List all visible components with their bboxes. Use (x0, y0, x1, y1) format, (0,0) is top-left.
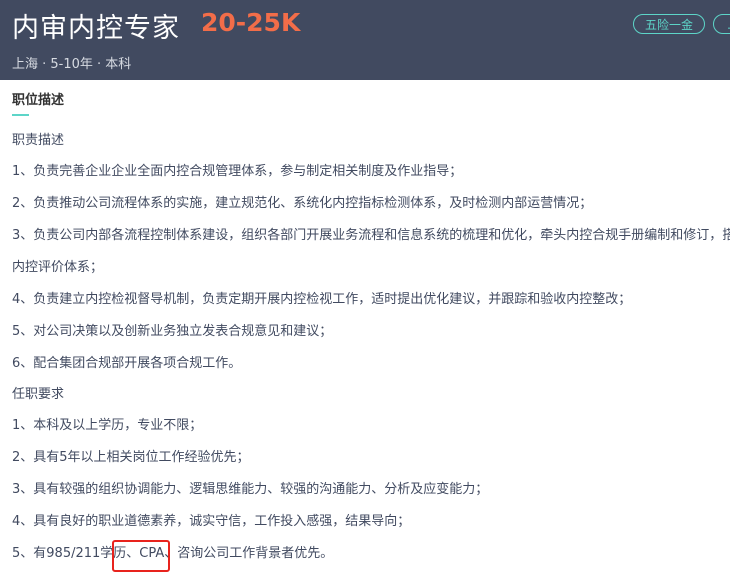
desc-line: 2、负责推动公司流程体系的实施，建立规范化、系统化内控指标检测体系，及时检测内部… (12, 196, 593, 211)
benefit-tag-more[interactable]: … (713, 14, 730, 34)
job-description: 职责描述 1、负责完善企业企业全面内控合规管理体系，参与制定相关制度及作业指导；… (12, 126, 730, 570)
desc-line: 1、负责完善企业企业全面内控合规管理体系，参与制定相关制度及作业指导； (12, 164, 463, 179)
desc-line: 内控评价体系； (12, 260, 104, 275)
desc-line: 任职要求 (12, 387, 65, 402)
desc-line: 职责描述 (12, 133, 65, 148)
job-title: 内审内控专家 (12, 13, 180, 44)
desc-line: 1、本科及以上学历，专业不限； (12, 418, 203, 433)
section-title: 职位描述 (12, 93, 65, 108)
job-header: 内审内控专家 20-25K 上海 · 5-10年 · 本科 五险一金 … (0, 0, 730, 80)
benefit-tag[interactable]: 五险一金 (633, 14, 705, 34)
section-underline (12, 114, 29, 116)
desc-line: 4、具有良好的职业道德素养，诚实守信，工作投入感强，结果导向； (12, 514, 411, 529)
desc-line: 4、负责建立内控检视督导机制，负责定期开展内控检视工作，适时提出优化建议，并跟踪… (12, 292, 632, 307)
desc-line: 5、对公司决策以及创新业务独立发表合规意见和建议； (12, 324, 333, 339)
desc-line: 6、配合集团合规部开展各项合规工作。 (12, 356, 242, 371)
cpa-highlight-box (112, 540, 170, 572)
desc-line: 2、具有5年以上相关岗位工作经验优先； (12, 450, 250, 465)
desc-line: 3、具有较强的组织协调能力、逻辑思维能力、较强的沟通能力、分析及应变能力； (12, 482, 489, 497)
job-meta: 上海 · 5-10年 · 本科 (12, 57, 132, 72)
desc-line: 3、负责公司内部各流程控制体系建设，组织各部门开展业务流程和信息系统的梳理和优化… (12, 228, 730, 243)
salary: 20-25K (201, 8, 301, 37)
